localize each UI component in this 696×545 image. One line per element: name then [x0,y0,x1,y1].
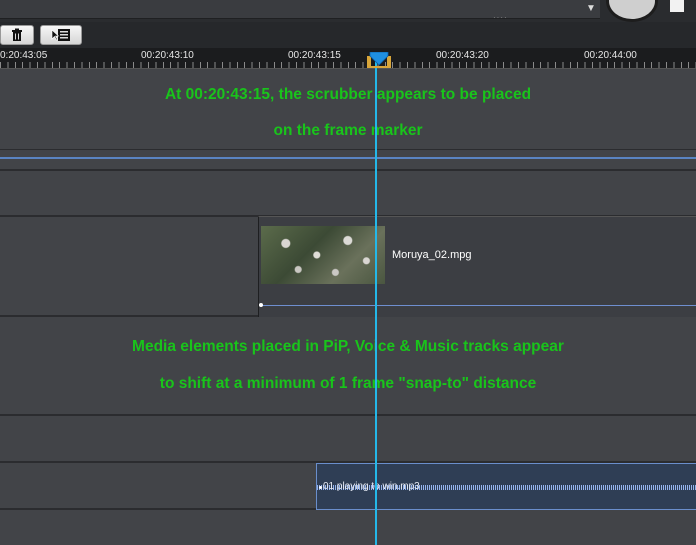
top-panel: ▼ ···· [0,0,696,22]
ruler-label: 00:20:43:15 [288,50,341,61]
audio-clip[interactable]: 01 playing to win.mp3 [316,463,696,510]
clip-thumbnail [261,226,385,284]
clip-volume-handle[interactable] [259,303,263,307]
delete-button[interactable] [0,25,34,45]
clip-volume-line[interactable] [261,305,696,306]
preset-dropdown[interactable]: ▼ [0,0,600,19]
scrubber-line[interactable] [375,60,377,545]
list-cursor-icon [51,29,70,41]
clip-name: 01 playing to win.mp3 [323,481,420,492]
trash-icon [12,28,22,41]
annotation-text: to shift at a minimum of 1 frame "snap-t… [159,375,537,392]
ruler-ticks [0,62,696,68]
clip-volume-handle[interactable] [319,486,322,489]
splitter-grip[interactable]: ···· [493,14,509,22]
ruler-label: 0:20:43:05 [0,50,48,61]
monitor-toggle[interactable] [670,0,684,12]
timecode-ruler[interactable]: 0:20:43:05 00:20:43:10 00:20:43:15 00:20… [0,48,696,69]
ruler-label: 00:20:43:10 [141,50,194,61]
video-clip[interactable]: Moruya_02.mpg [258,216,696,317]
annotation-text: At 00:20:43:15, the scrubber appears to … [164,86,532,103]
ruler-label: 00:20:44:00 [584,50,637,61]
timeline-toolbar [0,22,696,48]
voice-track[interactable] [0,317,696,416]
chevron-down-icon[interactable]: ▼ [583,3,599,17]
annotation-text: on the frame marker [273,122,423,139]
clip-name: Moruya_02.mpg [392,249,472,261]
playhead-icon[interactable] [367,52,391,68]
track[interactable] [0,416,696,463]
track-divider [0,149,696,150]
audio-waveform-line [0,157,696,159]
video-track[interactable] [0,69,696,171]
track[interactable] [0,171,696,217]
ruler-label: 00:20:43:20 [436,50,489,61]
clip-list-button[interactable] [40,25,82,45]
annotation-text: Media elements placed in PiP, Voice & Mu… [132,338,564,355]
play-button[interactable] [606,0,658,22]
track[interactable] [0,510,696,545]
